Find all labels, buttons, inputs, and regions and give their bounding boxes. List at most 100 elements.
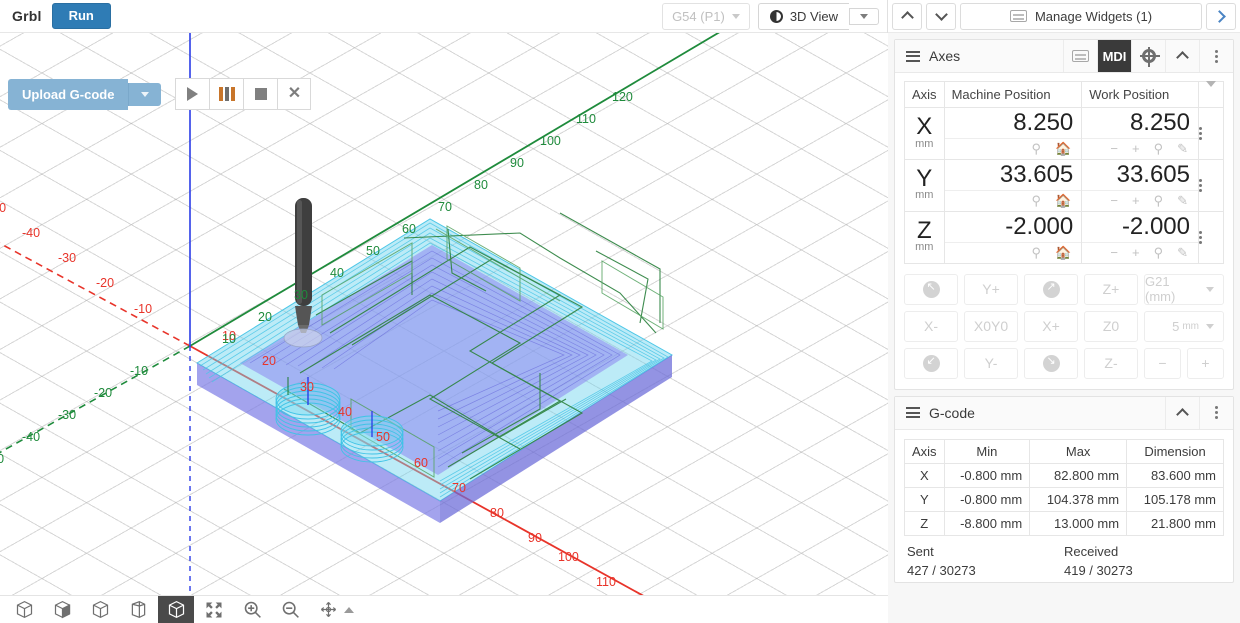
home-icon[interactable]: 🏠: [1055, 246, 1071, 259]
set-origin-icon[interactable]: ⚲: [1032, 246, 1042, 259]
pause-icon: [218, 87, 235, 101]
jog-z-plus-button[interactable]: Z+: [1084, 273, 1138, 305]
axis-row-menu[interactable]: [1198, 210, 1224, 264]
axes-menu-button[interactable]: [1199, 40, 1233, 72]
work-position-cell: 33.605 − + ⚲ ✎: [1081, 158, 1199, 212]
axis-unit: mm: [915, 137, 934, 150]
wcs-select[interactable]: G54 (P1): [662, 2, 750, 30]
plus-icon[interactable]: +: [1132, 246, 1140, 259]
upload-gcode-button[interactable]: Upload G-code: [8, 78, 129, 110]
axis-label-cell: Z mm: [904, 210, 945, 264]
axes-table-wrap: Axis Machine Position Work Position X mm…: [895, 73, 1233, 270]
chevron-up-icon: [1176, 407, 1189, 421]
plus-icon[interactable]: +: [1132, 194, 1140, 207]
play-button[interactable]: [175, 78, 210, 110]
chevron-up-icon: [900, 11, 914, 24]
keypad-toggle-button[interactable]: [1063, 40, 1097, 72]
manage-widgets-button[interactable]: Manage Widgets (1): [960, 2, 1202, 30]
arrow-down-right-icon: ↘: [1042, 354, 1060, 372]
move-widget-down-button[interactable]: [926, 2, 956, 30]
axis-row-menu[interactable]: [1198, 107, 1224, 160]
view-3d-cube-icon[interactable]: [158, 595, 194, 623]
received-stat: Received 419 / 30273: [1064, 544, 1221, 578]
minus-icon[interactable]: −: [1110, 194, 1118, 207]
jog-xy-up-left-button[interactable]: ↖: [904, 273, 958, 305]
sent-stat: Sent 427 / 30273: [907, 544, 1064, 578]
zero-z-button[interactable]: Z0: [1084, 310, 1138, 342]
axis-row-menu[interactable]: [1198, 158, 1224, 212]
view-isometric-icon[interactable]: [6, 596, 42, 623]
set-origin-icon[interactable]: ⚲: [1154, 142, 1164, 155]
zoom-in-icon[interactable]: [234, 596, 270, 623]
view-top-icon[interactable]: [82, 596, 118, 623]
pause-button[interactable]: [209, 78, 244, 110]
home-icon[interactable]: 🏠: [1055, 142, 1071, 155]
3d-viewport[interactable]: 10 20 30 40 50 60 70 80 90 100 110 120 -…: [0, 33, 888, 595]
step-size-select[interactable]: 5 mm: [1144, 310, 1224, 342]
jog-x-plus-button[interactable]: X+: [1024, 310, 1078, 342]
axis-unit: mm: [915, 189, 934, 202]
fit-screen-icon[interactable]: [196, 596, 232, 623]
svg-text:-10: -10: [134, 302, 152, 316]
view-front-icon[interactable]: [44, 596, 80, 623]
jog-xy-down-left-button[interactable]: ↙: [904, 347, 958, 379]
jog-xy-up-right-button[interactable]: ↗: [1024, 273, 1078, 305]
jog-y-plus-button[interactable]: Y+: [964, 273, 1018, 305]
move-tool-icon[interactable]: [310, 596, 346, 623]
gcode-collapse-button[interactable]: [1165, 396, 1199, 429]
stop-button[interactable]: [243, 78, 278, 110]
edit-icon[interactable]: ✎: [1177, 142, 1188, 155]
minus-icon[interactable]: −: [1110, 246, 1118, 259]
set-origin-icon[interactable]: ⚲: [1032, 142, 1042, 155]
more-vertical-icon: [1199, 178, 1223, 192]
drag-handle-icon[interactable]: [906, 407, 920, 419]
jog-z-minus-button[interactable]: Z-: [1084, 347, 1138, 379]
machine-position-value: 33.605: [999, 160, 1074, 188]
zero-xy-button[interactable]: X0Y0: [964, 310, 1018, 342]
collapse-panel-button[interactable]: [1206, 2, 1236, 30]
axes-collapse-button[interactable]: [1165, 40, 1199, 72]
axes-widget-title: Axes: [929, 48, 961, 64]
run-button[interactable]: Run: [51, 2, 111, 30]
svg-text:100: 100: [558, 550, 579, 564]
upload-gcode-dropdown[interactable]: [128, 82, 162, 106]
zoom-out-icon[interactable]: [272, 596, 308, 623]
view-mode-group: 3D View: [757, 2, 879, 30]
arrow-up-right-icon: ↗: [1042, 280, 1060, 298]
chevron-up-icon[interactable]: [344, 606, 354, 613]
view-side-icon[interactable]: [120, 596, 156, 623]
set-origin-icon[interactable]: ⚲: [1154, 246, 1164, 259]
plus-icon[interactable]: +: [1132, 142, 1140, 155]
set-origin-icon[interactable]: ⚲: [1032, 194, 1042, 207]
edit-icon[interactable]: ✎: [1177, 246, 1188, 259]
home-icon[interactable]: 🏠: [1055, 194, 1071, 207]
view-mode-button[interactable]: 3D View: [757, 2, 849, 30]
gcode-widget: G-code Axis Min Max Dimension X -0.800 m…: [894, 395, 1234, 583]
jog-x-minus-button[interactable]: X-: [904, 310, 958, 342]
machine-position-cell: 33.605 ⚲ 🏠: [943, 158, 1083, 212]
table-row: X -0.800 mm 82.800 mm 83.600 mm: [904, 462, 1224, 488]
jog-y-minus-button[interactable]: Y-: [964, 347, 1018, 379]
svg-text:70: 70: [452, 481, 466, 495]
mdi-toggle-button[interactable]: MDI: [1097, 40, 1131, 72]
step-increase-button[interactable]: +: [1187, 347, 1224, 379]
gcode-col-dimension: Dimension: [1126, 438, 1224, 464]
gcode-menu-button[interactable]: [1199, 396, 1233, 429]
axes-col-menu[interactable]: [1198, 81, 1224, 108]
widgets-toolbar: Manage Widgets (1): [888, 0, 1240, 33]
manage-widgets-label: Manage Widgets (1): [1034, 8, 1153, 24]
minus-icon[interactable]: −: [1110, 142, 1118, 155]
axes-settings-button[interactable]: [1131, 40, 1165, 72]
edit-icon[interactable]: ✎: [1177, 194, 1188, 207]
move-widget-up-button[interactable]: [892, 2, 922, 30]
svg-text:40: 40: [338, 405, 352, 419]
jog-xy-down-right-button[interactable]: ↘: [1024, 347, 1078, 379]
view-mode-dropdown[interactable]: [849, 7, 879, 25]
set-origin-icon[interactable]: ⚲: [1154, 194, 1164, 207]
close-button[interactable]: ✕: [277, 78, 312, 110]
units-select[interactable]: G21 (mm): [1144, 273, 1224, 305]
drag-handle-icon[interactable]: [906, 50, 920, 62]
sent-label: Sent: [907, 543, 934, 559]
step-decrease-button[interactable]: −: [1144, 347, 1181, 379]
svg-text:-50: -50: [0, 452, 4, 466]
